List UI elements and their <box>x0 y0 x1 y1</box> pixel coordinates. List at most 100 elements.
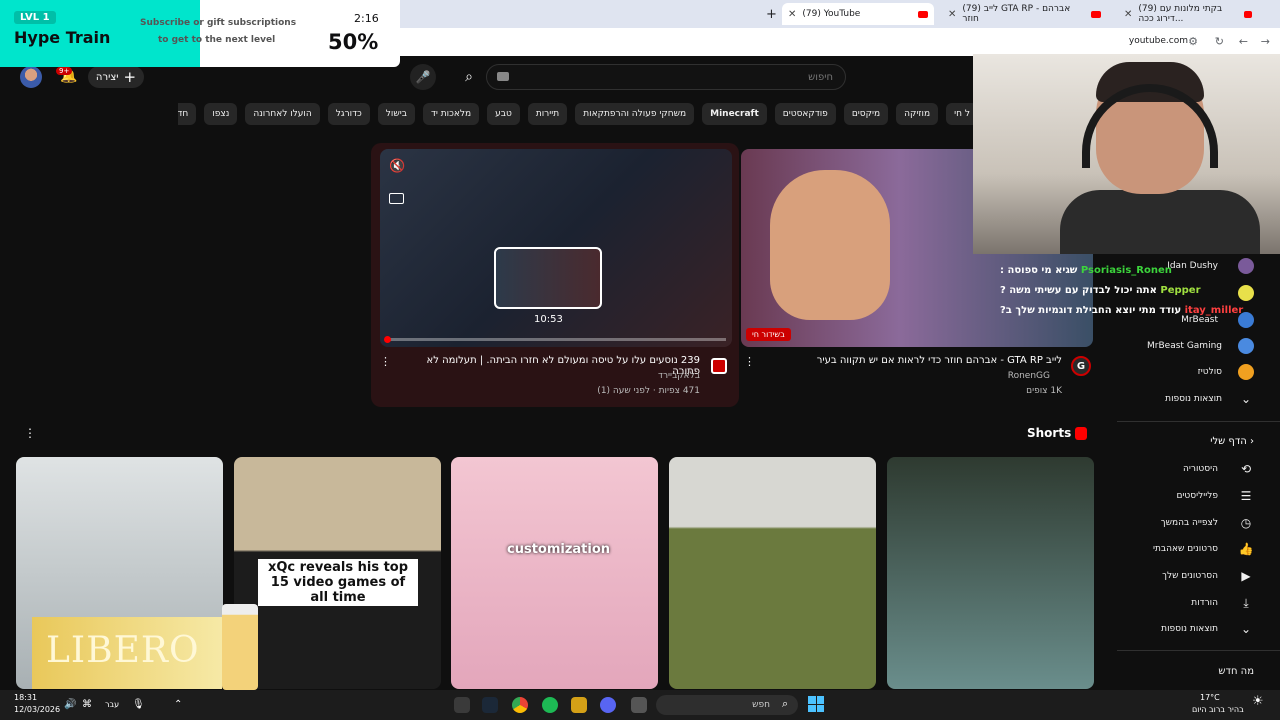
chip[interactable]: Minecraft <box>702 103 767 125</box>
chip[interactable]: פודקאסטים <box>774 103 836 125</box>
short-card[interactable]: customization <box>451 457 658 689</box>
keyboard-icon[interactable] <box>497 72 509 81</box>
channel-avatar[interactable] <box>711 358 727 374</box>
more-options-icon[interactable]: ⋮ <box>744 355 755 368</box>
subscription-avatar[interactable] <box>1238 364 1254 380</box>
tab-close-icon[interactable]: ✕ <box>788 9 796 20</box>
sidebar-item-playlists[interactable]: פלייליסטים <box>1176 491 1218 501</box>
create-button[interactable]: יצירה + <box>88 66 144 88</box>
mute-icon[interactable]: 🔇 <box>389 159 405 174</box>
reload-icon[interactable]: ↻ <box>1215 35 1224 48</box>
playlist-icon: ☰ <box>1240 489 1252 503</box>
weather-temp[interactable]: 17°C <box>1200 693 1220 702</box>
chip[interactable]: משחקי פעולה והרפתקאות <box>575 103 695 125</box>
subscription-avatar[interactable] <box>1238 258 1254 274</box>
sidebar-item-watch-later[interactable]: לצפייה בהמשך <box>1161 518 1218 528</box>
chip[interactable]: נצפו <box>204 103 238 125</box>
more-options-icon[interactable]: ⋮ <box>380 355 391 368</box>
discord-icon[interactable] <box>600 697 616 713</box>
file-explorer-icon[interactable] <box>631 697 647 713</box>
browser-tab-1[interactable]: ✕ (79) YouTube <box>782 3 934 25</box>
address-bar[interactable]: youtube.com ⚙ ↻ ← → <box>400 28 1280 56</box>
browser-tab-3[interactable]: ✕ (79) בקתי מלונות עם דירוג ככה... <box>1118 3 1258 25</box>
chip[interactable]: מלאכות יד <box>422 103 480 125</box>
subscription-item[interactable]: MrBeast Gaming <box>1147 341 1222 351</box>
tab-close-icon[interactable]: ✕ <box>1124 9 1132 20</box>
hype-train-title: Hype Train <box>14 28 111 47</box>
chip[interactable]: הועלו לאחרונה <box>245 103 320 125</box>
back-icon[interactable]: ← <box>1239 35 1248 48</box>
filter-chips: ל חי מוזיקה מיקסים פודקאסטים Minecraft מ… <box>178 103 978 125</box>
chip[interactable]: מיקסים <box>843 103 889 125</box>
subscription-item[interactable]: MrBeast <box>1181 315 1218 325</box>
sidebar-you-header[interactable]: הדף שלי › <box>1120 436 1254 447</box>
search-icon[interactable]: ⌕ <box>452 64 486 90</box>
sidebar-item-downloads[interactable]: הורדות <box>1191 598 1218 608</box>
search-input[interactable] <box>486 64 846 90</box>
forward-icon[interactable]: → <box>1261 35 1270 48</box>
short-card[interactable]: xQc reveals his top 15 video games of al… <box>234 457 441 689</box>
weather-sun-icon[interactable]: ☀ <box>1252 694 1264 709</box>
steam-icon[interactable] <box>482 697 498 713</box>
chip[interactable]: תיירות <box>527 103 568 125</box>
subscription-item[interactable]: סולטיז <box>1198 367 1222 377</box>
channel-name[interactable]: RonenGG <box>930 371 1050 381</box>
video-progress-bar[interactable] <box>386 338 726 341</box>
sidebar-item-history[interactable]: היסטוריה <box>1183 464 1218 474</box>
chip[interactable]: כדורגל <box>327 103 370 125</box>
chat-message: Psoriasis_Ronen שגיא מי ספוסה : <box>1000 265 1172 276</box>
channel-name[interactable]: בלאקביירד <box>560 371 700 381</box>
subscription-item[interactable]: Idan Dushy <box>1167 261 1218 271</box>
webcam-shirt <box>1060 190 1260 254</box>
network-icon[interactable]: ⌘ <box>82 699 92 710</box>
taskbar-date[interactable]: 12/03/2026 <box>14 705 60 714</box>
subscription-avatar[interactable] <box>1238 338 1254 354</box>
chevron-up-icon[interactable]: ⌃ <box>174 699 182 710</box>
your-videos-icon: ▶ <box>1241 569 1251 583</box>
sidebar-whats-new[interactable]: מה חדש <box>1218 666 1254 677</box>
chip[interactable]: חדש בשבילך <box>178 103 197 125</box>
weather-desc[interactable]: בהיר ברוב היום <box>1192 705 1244 714</box>
video-progress-handle[interactable] <box>384 336 391 343</box>
show-more-subscriptions[interactable]: תוצאות נוספות <box>1165 394 1222 404</box>
plus-icon: + <box>123 68 137 86</box>
taskbar-app-icon[interactable] <box>454 697 470 713</box>
windows-start-icon[interactable] <box>808 696 824 712</box>
chip[interactable]: בישול <box>377 103 415 125</box>
chevron-down-icon[interactable]: ⌄ <box>1238 392 1254 406</box>
avatar[interactable] <box>20 66 42 88</box>
chevron-down-icon[interactable]: ⌄ <box>1238 622 1254 636</box>
show-more-you[interactable]: תוצאות נוספות <box>1161 624 1218 634</box>
taskbar-app-icon[interactable] <box>571 697 587 713</box>
shorts-section-title: Shorts <box>1027 426 1072 440</box>
microphone-icon[interactable]: 🎙 <box>132 699 145 710</box>
taskbar-time[interactable]: 18:31 <box>14 693 37 702</box>
download-icon: ⤓ <box>1243 596 1249 610</box>
taskbar-search[interactable]: חפש <box>656 695 798 715</box>
video-title[interactable]: לייב GTA RP - אברהם חוזר כדי לראות אם יש… <box>790 355 1062 366</box>
sidebar-item-your-videos[interactable]: הסרטונים שלך <box>1162 571 1218 581</box>
spotify-icon[interactable] <box>542 697 558 713</box>
video-meta: 471 צפיות · לפני שעה (1) <box>597 386 700 396</box>
hype-train-percent: 50% <box>328 30 379 54</box>
captions-icon[interactable] <box>389 193 404 204</box>
channel-avatar[interactable]: G <box>1071 356 1091 376</box>
new-tab-icon[interactable]: + <box>760 3 780 25</box>
tab-close-icon[interactable]: ✕ <box>948 9 956 20</box>
voice-search-mic-icon[interactable]: 🎤 <box>410 64 436 90</box>
site-settings-icon[interactable]: ⚙ <box>1188 35 1198 48</box>
chrome-icon[interactable] <box>512 697 528 713</box>
notification-count-badge: 9+ <box>56 67 73 75</box>
short-card[interactable] <box>887 457 1094 689</box>
language-indicator[interactable]: עבר <box>105 700 119 709</box>
perfume-bottle <box>222 604 258 690</box>
volume-icon[interactable]: 🔊 <box>64 699 76 710</box>
chip[interactable]: מוזיקה <box>896 103 939 125</box>
browser-tab-2[interactable]: ✕ (79) לייב GTA RP - אברהם חוזר <box>942 3 1107 25</box>
youtube-favicon-icon <box>1091 10 1101 18</box>
chip[interactable]: טבע <box>487 103 520 125</box>
short-card[interactable] <box>669 457 876 689</box>
subscription-avatar[interactable] <box>1238 285 1254 301</box>
more-options-icon[interactable]: ⋮ <box>24 426 36 440</box>
sidebar-item-liked[interactable]: סרטונים שאהבתי <box>1153 544 1218 554</box>
